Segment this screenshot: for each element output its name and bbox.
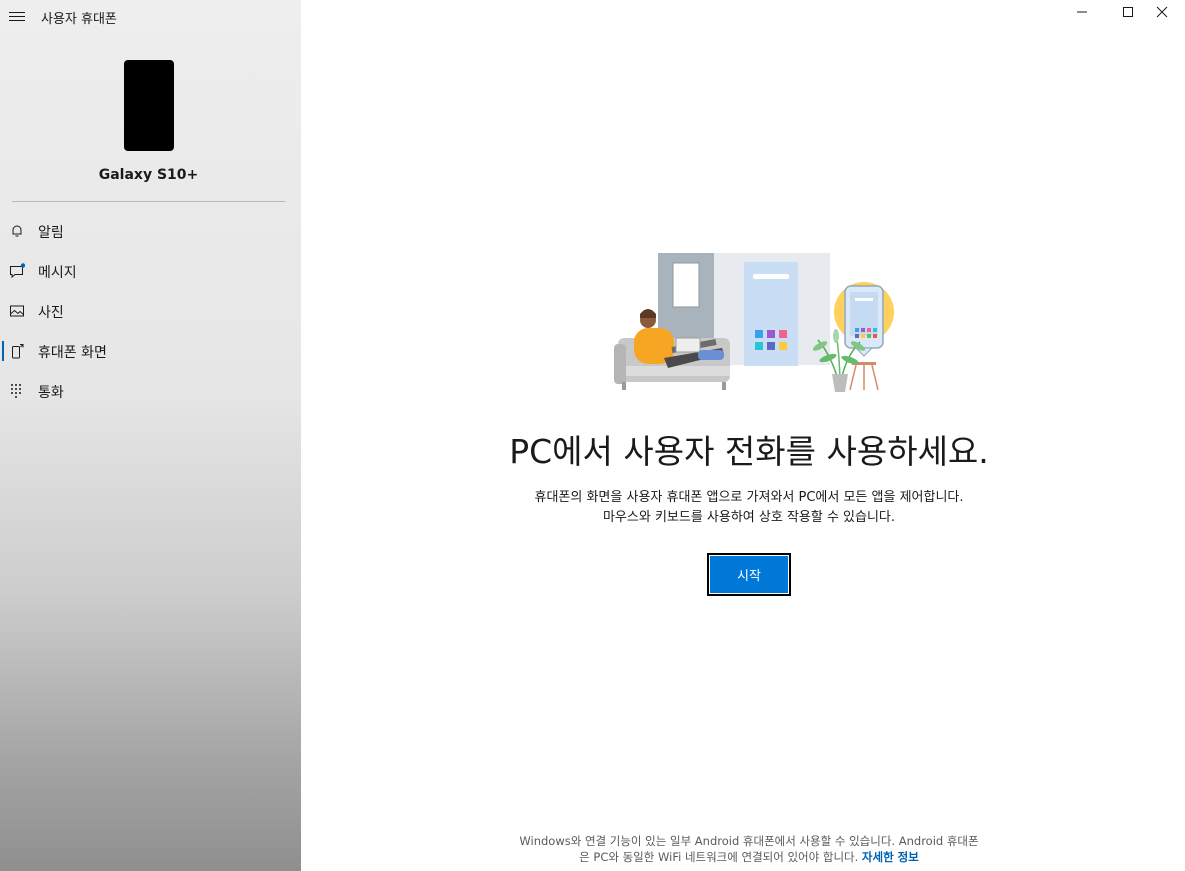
sidebar-divider bbox=[12, 201, 285, 202]
bell-icon bbox=[12, 225, 22, 237]
page-headline: PC에서 사용자 전화를 사용하세요. bbox=[509, 432, 989, 471]
footer-note: Windows와 연결 기능이 있는 일부 Android 휴대폰에서 사용할 … bbox=[301, 833, 1185, 865]
sidebar-item-label: 휴대폰 화면 bbox=[38, 345, 107, 361]
sidebar-item-messages[interactable]: 메시지 bbox=[0, 251, 301, 291]
sidebar-item-label: 통화 bbox=[38, 385, 64, 401]
sidebar-item-label: 메시지 bbox=[38, 265, 77, 281]
sidebar-item-label: 알림 bbox=[38, 225, 64, 241]
sidebar-item-photos[interactable]: 사진 bbox=[0, 291, 301, 331]
selection-indicator bbox=[2, 341, 4, 361]
dialpad-icon bbox=[11, 384, 21, 398]
message-icon bbox=[10, 263, 25, 279]
hero-illustration bbox=[614, 253, 894, 392]
page-description: 휴대폰의 화면을 사용자 휴대폰 앱으로 가져와서 PC에서 모든 앱을 제어합… bbox=[301, 488, 1185, 528]
device-name: Galaxy S10+ bbox=[98, 167, 199, 183]
maximize-icon bbox=[1123, 7, 1133, 17]
sidebar-item-phone-screen[interactable]: 휴대폰 화면 bbox=[0, 331, 301, 371]
close-icon bbox=[1156, 6, 1168, 18]
footer-line: Windows와 연결 기능이 있는 일부 Android 휴대폰에서 사용할 … bbox=[519, 834, 979, 848]
minimize-icon bbox=[1077, 11, 1087, 13]
sidebar-item-label: 사진 bbox=[38, 305, 64, 321]
minimize-button[interactable] bbox=[1059, 0, 1105, 30]
sidebar: 사용자 휴대폰 Galaxy S10+ 알림 메시지 사진 휴대폰 화면 통화 bbox=[0, 0, 301, 871]
start-button[interactable]: 시작 bbox=[707, 553, 791, 596]
close-button[interactable] bbox=[1139, 0, 1185, 30]
footer-line: 은 PC와 동일한 WiFi 네트워크에 연결되어 있어야 합니다. bbox=[579, 850, 859, 864]
sidebar-item-notifications[interactable]: 알림 bbox=[0, 211, 301, 251]
app-title: 사용자 휴대폰 bbox=[41, 12, 117, 27]
learn-more-link[interactable]: 자세한 정보 bbox=[862, 850, 919, 864]
device-image bbox=[124, 60, 174, 151]
sidebar-item-calls[interactable]: 통화 bbox=[0, 371, 301, 411]
description-line: 마우스와 키보드를 사용하여 상호 작용할 수 있습니다. bbox=[602, 510, 896, 525]
description-line: 휴대폰의 화면을 사용자 휴대폰 앱으로 가져와서 PC에서 모든 앱을 제어합… bbox=[534, 490, 964, 505]
hamburger-menu-icon[interactable] bbox=[8, 9, 26, 23]
photo-icon bbox=[10, 305, 24, 317]
phone-screen-icon bbox=[12, 344, 24, 359]
